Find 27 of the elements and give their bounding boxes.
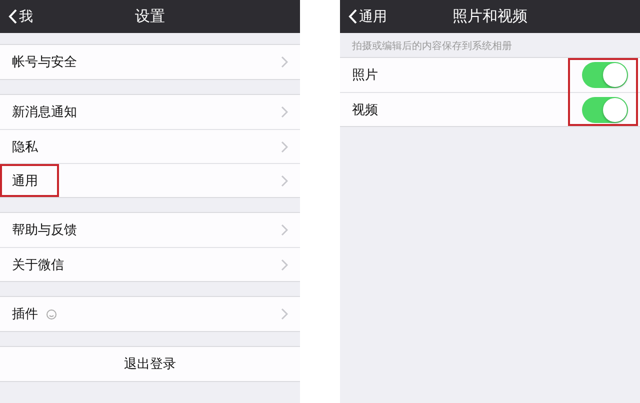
settings-row[interactable]: 隐私 <box>0 129 300 163</box>
settings-row[interactable]: 新消息通知 <box>0 95 300 129</box>
settings-row[interactable]: 帐号与安全 <box>0 45 300 79</box>
chevron-icon <box>281 106 288 118</box>
toggle-switch[interactable] <box>582 62 628 88</box>
chevron-icon <box>281 56 288 68</box>
back-chevron-icon <box>8 9 17 24</box>
settings-row[interactable]: 通用 <box>0 163 300 197</box>
logout-button[interactable]: 退出登录 <box>0 347 300 381</box>
chevron-icon <box>281 140 288 152</box>
chevron-icon <box>281 308 288 320</box>
back-button[interactable]: 我 <box>0 6 39 26</box>
back-chevron-icon <box>348 9 357 24</box>
nav-title: 设置 <box>135 7 165 26</box>
settings-row[interactable]: 帮助与反馈 <box>0 213 300 247</box>
settings-row[interactable]: 关于微信 <box>0 247 300 281</box>
chevron-icon <box>281 174 288 186</box>
toggle-label: 视频 <box>352 102 378 118</box>
nav-title: 照片和视频 <box>452 7 528 26</box>
toggle-switch[interactable] <box>582 96 628 122</box>
smiley-icon <box>46 308 57 320</box>
chevron-icon <box>281 258 288 270</box>
back-button[interactable]: 通用 <box>340 6 393 26</box>
settings-row[interactable]: 插件 <box>0 297 300 331</box>
chevron-icon <box>281 224 288 236</box>
toggle-label: 照片 <box>352 67 378 84</box>
section-caption: 拍摄或编辑后的内容保存到系统相册 <box>351 40 513 54</box>
